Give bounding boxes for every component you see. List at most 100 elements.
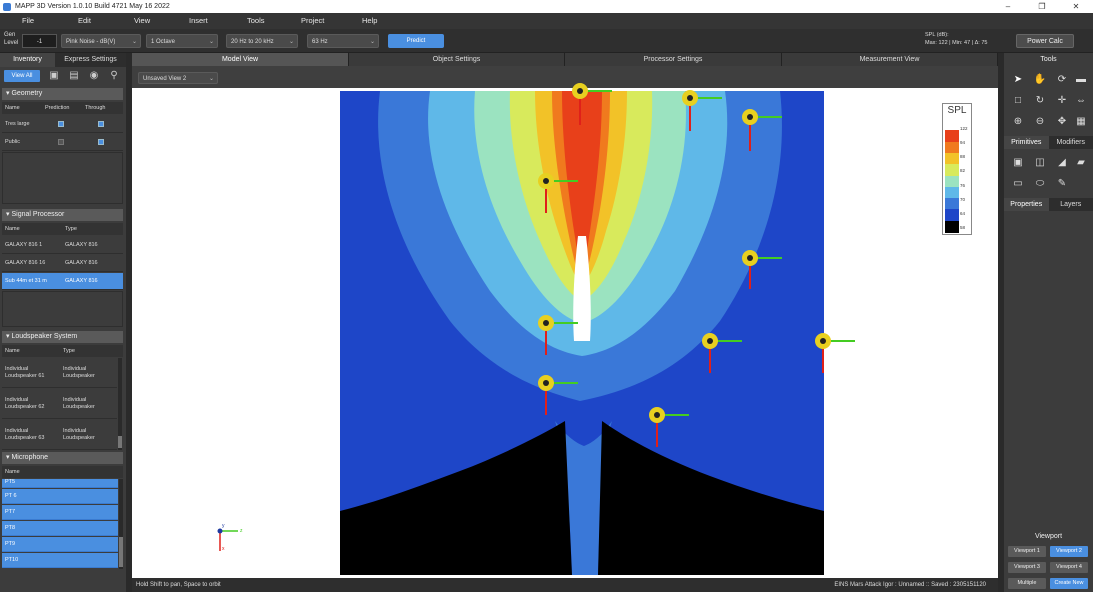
table-row[interactable]: Tres large xyxy=(2,116,123,133)
menu-view[interactable]: View xyxy=(134,16,150,25)
menu-tools[interactable]: Tools xyxy=(247,16,265,25)
flip-icon[interactable]: ⇔ xyxy=(1074,94,1088,108)
microphone-columns: Name xyxy=(2,466,123,478)
rectangle-icon[interactable]: ▭ xyxy=(1011,177,1025,191)
viewport-2-button[interactable]: Viewport 2 xyxy=(1050,546,1088,557)
loudspeaker-marker[interactable] xyxy=(538,315,578,355)
list-item[interactable]: PT 6 xyxy=(2,489,118,504)
pen-icon[interactable]: ✎ xyxy=(1055,177,1069,191)
tab-express-settings[interactable]: Express Settings xyxy=(55,53,126,67)
microphone-header[interactable]: ▾ Microphone xyxy=(2,452,123,464)
select-arrow-icon[interactable]: ➤ xyxy=(1011,73,1025,87)
cube-icon[interactable]: ▣ xyxy=(1011,156,1025,170)
menu-file[interactable]: File xyxy=(22,16,34,25)
surface-icon[interactable]: ▰ xyxy=(1074,156,1088,170)
loudspeaker-marker[interactable] xyxy=(649,407,689,447)
tab-properties[interactable]: Properties xyxy=(1004,198,1049,211)
rotate-icon[interactable]: ↻ xyxy=(1033,94,1047,108)
view-all-button[interactable]: View All xyxy=(4,70,40,82)
view-select[interactable]: Unsaved View 2 ⌄ xyxy=(138,72,218,84)
list-item[interactable]: PT5 xyxy=(2,479,118,488)
tab-inventory[interactable]: Inventory xyxy=(0,53,55,67)
ellipse-icon[interactable]: ⬭ xyxy=(1033,177,1047,191)
tab-layers[interactable]: Layers xyxy=(1048,198,1093,211)
viewport-1-button[interactable]: Viewport 1 xyxy=(1008,546,1046,557)
legend-swatch xyxy=(945,164,959,177)
cylinder-icon[interactable]: ◫ xyxy=(1033,156,1047,170)
cube-icon[interactable]: ▣ xyxy=(48,70,60,82)
viewport-4-button[interactable]: Viewport 4 xyxy=(1050,562,1088,573)
table-row[interactable]: Individual Loudspeaker 62 Individual Lou… xyxy=(2,389,117,419)
power-calc-button[interactable]: Power Calc xyxy=(1016,34,1074,48)
range-select[interactable]: 20 Hz to 20 kHz ⌄ xyxy=(226,34,298,48)
chevron-down-icon: ⌄ xyxy=(288,39,294,45)
hand-pan-icon[interactable]: ✋ xyxy=(1033,73,1047,87)
zoom-out-icon[interactable]: ⊖ xyxy=(1033,115,1047,129)
through-checkbox[interactable] xyxy=(98,139,104,145)
title-bar: MAPP 3D Version 1.0.10 Build 4721 May 16… xyxy=(0,0,1093,13)
prediction-checkbox[interactable] xyxy=(58,139,64,145)
tab-model-view[interactable]: Model View xyxy=(132,53,349,66)
cone-icon[interactable]: ◢ xyxy=(1055,156,1069,170)
table-row[interactable]: GALAXY 816 16 GALAXY 816 xyxy=(2,255,123,272)
tab-object-settings[interactable]: Object Settings xyxy=(349,53,565,66)
prediction-checkbox[interactable] xyxy=(58,121,64,127)
geometry-columns: Name Prediction Through xyxy=(2,102,123,114)
microphone-icon[interactable]: ⚲ xyxy=(108,70,120,82)
list-item[interactable]: PT7 xyxy=(2,505,118,520)
loudspeaker-marker[interactable] xyxy=(742,109,782,151)
loudspeaker-marker[interactable] xyxy=(742,250,782,289)
close-icon[interactable]: ✕ xyxy=(1059,0,1093,13)
status-bar: Hold Shift to pan, Space to orbit EINS M… xyxy=(132,578,998,592)
loudspeaker-marker[interactable] xyxy=(572,83,612,125)
gen-level-input[interactable]: -1 xyxy=(22,34,57,48)
scrollbar[interactable] xyxy=(118,358,122,450)
create-new-button[interactable]: Create New xyxy=(1050,578,1088,589)
frequency-select[interactable]: 63 Hz ⌄ xyxy=(307,34,379,48)
measure-icon[interactable]: ▬ xyxy=(1074,73,1088,87)
minimize-icon[interactable]: – xyxy=(991,0,1025,13)
menu-help[interactable]: Help xyxy=(362,16,377,25)
geometry-header[interactable]: ▾ Geometry xyxy=(2,88,123,100)
rack-icon[interactable]: ▤ xyxy=(68,70,80,82)
tab-modifiers[interactable]: Modifiers xyxy=(1048,136,1093,149)
grid-icon[interactable]: ▦ xyxy=(1074,115,1088,129)
loudspeaker-system-header[interactable]: ▾ Loudspeaker System xyxy=(2,331,123,343)
zoom-in-icon[interactable]: ⊕ xyxy=(1011,115,1025,129)
bandwidth-select[interactable]: 1 Octave ⌄ xyxy=(146,34,218,48)
table-row[interactable]: Individual Loudspeaker 63 Individual Lou… xyxy=(2,420,117,450)
signal-select[interactable]: Pink Noise - dB(V) ⌄ xyxy=(61,34,141,48)
list-item[interactable]: PT10 xyxy=(2,553,118,568)
legend-label: 122 xyxy=(960,126,968,132)
menu-edit[interactable]: Edit xyxy=(78,16,91,25)
table-row[interactable]: GALAXY 816 1 GALAXY 816 xyxy=(2,237,123,254)
multiple-button[interactable]: Multiple xyxy=(1008,578,1046,589)
loudspeaker-marker[interactable] xyxy=(538,173,578,213)
through-checkbox[interactable] xyxy=(98,121,104,127)
tab-processor-settings[interactable]: Processor Settings xyxy=(565,53,782,66)
list-item[interactable]: PT9 xyxy=(2,537,118,552)
loudspeaker-marker[interactable] xyxy=(682,90,722,131)
signal-processor-header[interactable]: ▾ Signal Processor xyxy=(2,209,123,221)
list-item[interactable]: PT8 xyxy=(2,521,118,536)
tab-measurement-view[interactable]: Measurement View xyxy=(782,53,998,66)
table-row-selected[interactable]: Sub 44m et 31 m GALAXY 816 xyxy=(2,273,123,290)
orbit-icon[interactable]: ⟳ xyxy=(1055,73,1069,87)
zoom-axis-icon[interactable]: ✛ xyxy=(1055,94,1069,108)
frame-icon[interactable]: □ xyxy=(1011,94,1025,108)
loudspeaker-marker[interactable] xyxy=(702,333,742,373)
table-row[interactable]: Individual Loudspeaker 61 Individual Lou… xyxy=(2,358,117,388)
predict-button[interactable]: Predict xyxy=(388,34,444,48)
menu-insert[interactable]: Insert xyxy=(189,16,208,25)
table-row[interactable]: Public xyxy=(2,134,123,151)
restore-icon[interactable]: ❐ xyxy=(1025,0,1059,13)
loudspeaker-marker[interactable] xyxy=(815,333,855,373)
spl-legend: SPL 122 94 88 82 76 70 64 58 xyxy=(942,103,972,235)
viewport-3-button[interactable]: Viewport 3 xyxy=(1008,562,1046,573)
scrollbar[interactable] xyxy=(119,479,123,569)
loudspeaker-marker[interactable] xyxy=(538,375,578,415)
menu-project[interactable]: Project xyxy=(301,16,324,25)
move-icon[interactable]: ✥ xyxy=(1055,115,1069,129)
speaker-icon[interactable]: ◉ xyxy=(88,70,100,82)
tab-primitives[interactable]: Primitives xyxy=(1004,136,1049,149)
